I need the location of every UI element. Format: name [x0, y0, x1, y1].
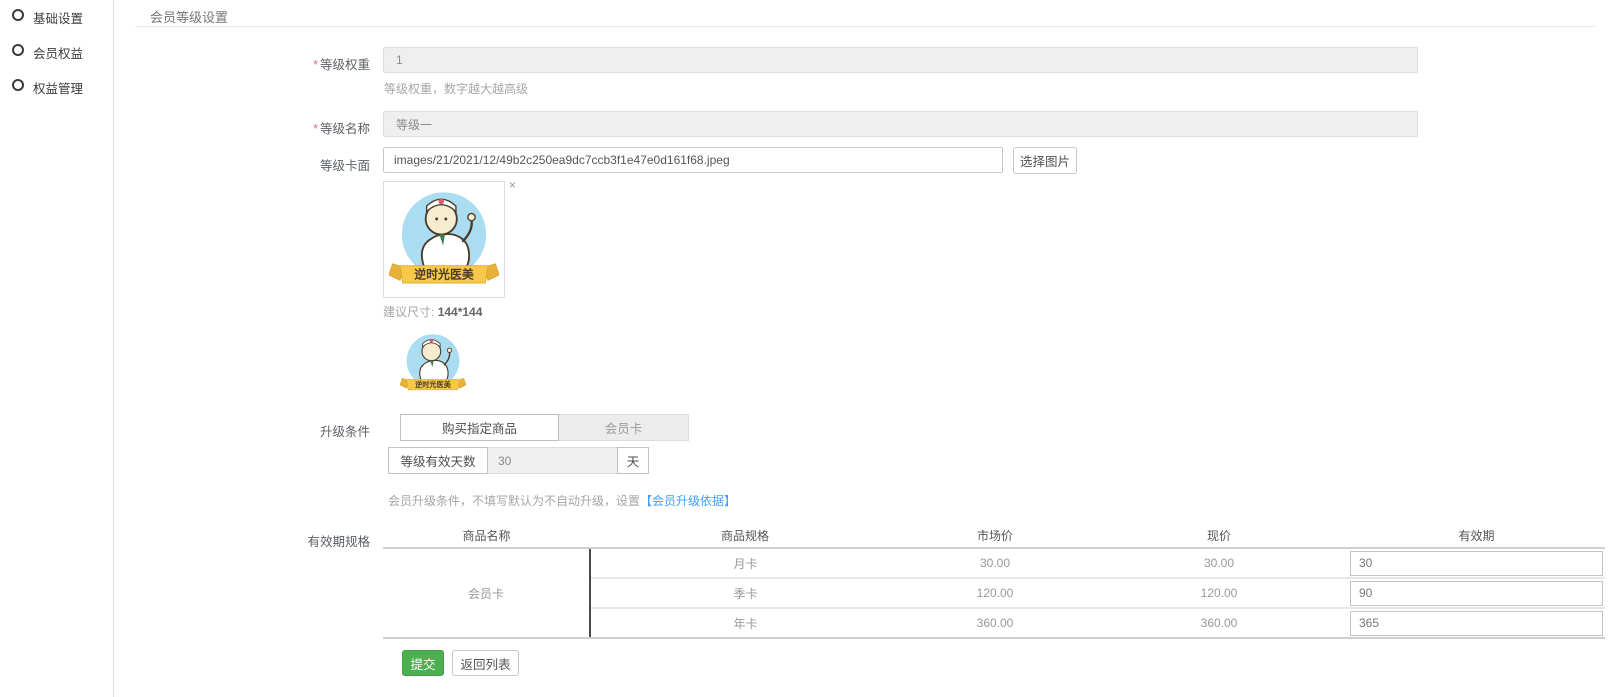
upgrade-hint: 会员升级条件，不填写默认为不自动升级，设置【会员升级依据】	[388, 492, 736, 509]
required-asterisk: *	[313, 122, 318, 136]
validity-days-input[interactable]	[1350, 611, 1603, 636]
sidebar: 基础设置 会员权益 权益管理	[0, 0, 114, 697]
market-price-cell: 30.00	[900, 548, 1090, 578]
header-divider	[135, 26, 1595, 27]
card-image-thumbnail: 逆时光医美	[400, 331, 466, 397]
sidebar-item-member-benefits[interactable]: 会员权益	[0, 41, 114, 63]
sidebar-item-label: 基础设置	[33, 8, 83, 27]
product-name-cell: 会员卡	[383, 548, 590, 638]
level-weight-label: *等级权重	[130, 54, 370, 73]
tab-member-card[interactable]: 会员卡	[558, 414, 689, 441]
col-header-current-price: 现价	[1090, 524, 1348, 548]
sidebar-item-benefits-management[interactable]: 权益管理	[0, 76, 114, 98]
level-weight-hint: 等级权重，数字越大越高级	[384, 80, 528, 97]
banner-text: 逆时光医美	[414, 267, 474, 281]
market-price-cell: 120.00	[900, 578, 1090, 608]
validity-days-input[interactable]	[1350, 581, 1603, 606]
size-hint: 建议尺寸: 144*144	[383, 303, 482, 320]
card-image-preview: 逆时光医美	[383, 181, 505, 298]
sidebar-item-label: 会员权益	[33, 43, 83, 62]
radio-circle-icon	[12, 9, 24, 21]
validity-days-input[interactable]	[1350, 551, 1603, 576]
card-image-path-input[interactable]	[383, 147, 1003, 173]
level-weight-input[interactable]	[383, 47, 1418, 73]
col-header-market-price: 市场价	[900, 524, 1090, 548]
upgrade-condition-label: 升级条件	[130, 421, 370, 440]
membership-level-settings-page: 基础设置 会员权益 权益管理 会员等级设置 *等级权重 等级权重，数字越大越高级…	[0, 0, 1616, 697]
doctor-mascot-image-small: 逆时光医美	[400, 331, 466, 397]
sidebar-item-label: 权益管理	[33, 78, 83, 97]
valid-days-unit: 天	[617, 447, 649, 474]
choose-image-button[interactable]: 选择图片	[1013, 147, 1077, 174]
col-header-product-name: 商品名称	[383, 524, 590, 548]
current-price-cell: 30.00	[1090, 548, 1348, 578]
valid-days-input[interactable]	[487, 447, 618, 474]
remove-image-button[interactable]: ×	[509, 179, 516, 191]
radio-circle-icon	[12, 44, 24, 56]
col-header-validity: 有效期	[1348, 524, 1605, 548]
table-header-row: 商品名称 商品规格 市场价 现价 有效期	[383, 524, 1605, 548]
submit-button[interactable]: 提交	[402, 650, 444, 676]
level-name-label: *等级名称	[130, 118, 370, 137]
current-price-cell: 360.00	[1090, 608, 1348, 638]
radio-circle-icon	[12, 79, 24, 91]
validity-spec-label: 有效期规格	[130, 531, 370, 550]
upgrade-basis-link[interactable]: 【会员升级依据】	[640, 494, 736, 508]
validity-spec-table: 商品名称 商品规格 市场价 现价 有效期 会员卡 月卡 30.00 30.00 …	[383, 524, 1605, 639]
tab-buy-specified-product[interactable]: 购买指定商品	[400, 414, 559, 441]
valid-days-label: 等级有效天数	[388, 447, 488, 474]
market-price-cell: 360.00	[900, 608, 1090, 638]
col-header-product-spec: 商品规格	[590, 524, 900, 548]
page-title: 会员等级设置	[150, 7, 228, 26]
spec-cell: 月卡	[590, 548, 900, 578]
sidebar-item-basic-settings[interactable]: 基础设置	[0, 6, 114, 28]
size-hint-value: 144*144	[438, 305, 483, 319]
current-price-cell: 120.00	[1090, 578, 1348, 608]
back-to-list-button[interactable]: 返回列表	[452, 650, 519, 676]
spec-cell: 季卡	[590, 578, 900, 608]
table-row: 会员卡 月卡 30.00 30.00	[383, 548, 1605, 578]
banner-text: 逆时光医美	[415, 380, 452, 389]
level-name-input[interactable]	[383, 111, 1418, 137]
spec-cell: 年卡	[590, 608, 900, 638]
level-card-label: 等级卡面	[130, 155, 370, 174]
doctor-mascot-image: 逆时光医美	[389, 185, 499, 295]
required-asterisk: *	[313, 58, 318, 72]
